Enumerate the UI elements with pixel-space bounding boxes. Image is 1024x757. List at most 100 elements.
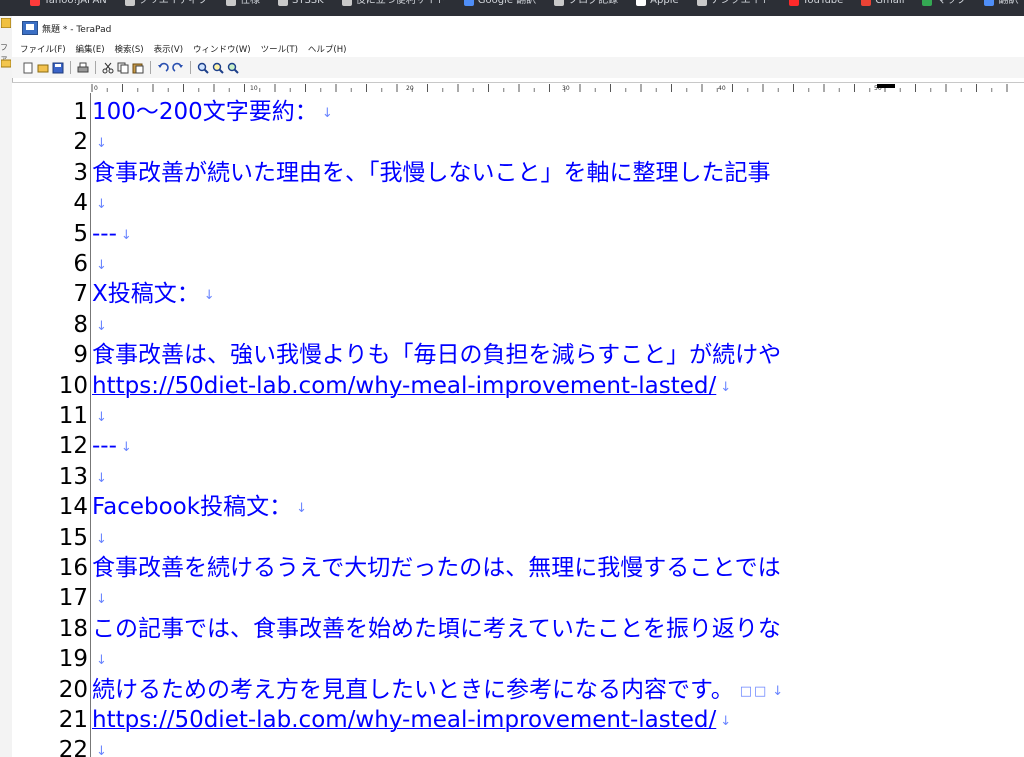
toolbar-separator <box>190 61 191 74</box>
bookmark-label: 仕様 <box>239 0 260 6</box>
undo-button[interactable] <box>157 62 169 74</box>
menu-edit[interactable]: 編集(E) <box>76 43 105 55</box>
window-title: 無題 * - TeraPad <box>42 24 112 35</box>
bookmark-item[interactable]: Gmail <box>861 0 904 7</box>
line-number: 1 <box>73 99 88 125</box>
save-icon <box>52 62 64 73</box>
editor-line[interactable]: 3 食事改善が続いた理由を、「我慢しないこと」を軸に整理した記事 <box>12 160 1024 187</box>
bookmark-label: 役に立つ便利サイト <box>355 0 446 6</box>
title-bar[interactable]: 無題 * - TeraPad <box>12 16 1024 40</box>
editor-line[interactable]: 14 Facebook投稿文： ↓ <box>12 494 1024 521</box>
editor-line[interactable]: 6 ↓ <box>12 251 1024 278</box>
bookmark-label: Yahoo!JAPAN <box>44 0 107 6</box>
line-text: --- ↓ <box>92 433 132 461</box>
toolbar <box>12 57 1024 78</box>
editor-line[interactable]: 13 ↓ <box>12 464 1024 491</box>
find-icon <box>197 62 209 74</box>
line-text-content: 食事改善が続いた理由を、「我慢しないこと」を軸に整理した記事 <box>92 159 771 186</box>
line-number: 22 <box>58 737 88 757</box>
editor-line[interactable]: 10 https://50diet-lab.com/why-meal-improv… <box>12 373 1024 400</box>
bookmark-favicon-icon <box>696 0 707 6</box>
editor-line[interactable]: 8 ↓ <box>12 312 1024 339</box>
bookmark-label: Google 翻訳 <box>477 0 537 6</box>
bookmark-item[interactable]: Google 翻訳 <box>463 0 537 7</box>
menu-help[interactable]: ヘルプ(H) <box>308 43 347 55</box>
editor-line[interactable]: 16 食事改善を続けるうえで大切だったのは、無理に我慢することでは <box>12 555 1024 582</box>
line-text: ↓ <box>92 464 107 492</box>
find-button[interactable] <box>197 62 209 74</box>
open-file-button[interactable] <box>37 62 49 74</box>
paste-icon <box>132 63 144 73</box>
editor-line[interactable]: 4 ↓ <box>12 190 1024 217</box>
paste-button[interactable] <box>132 62 144 74</box>
bookmark-item[interactable]: クリエイティブ <box>124 0 208 7</box>
fullwidth-space-marks: □□ <box>739 683 769 699</box>
menu-tools[interactable]: ツール(T) <box>261 43 298 55</box>
line-number: 7 <box>73 281 88 308</box>
bookmark-item[interactable]: Apple <box>636 0 679 7</box>
cut-button[interactable] <box>102 62 114 74</box>
line-number: 16 <box>58 555 88 581</box>
replace-button[interactable] <box>227 62 239 74</box>
text-editor[interactable]: 1 100〜200文字要約： ↓ 2 ↓ 3 食事改善が続いた理由を、「我慢しないこと」を軸… <box>12 93 1024 757</box>
print-button[interactable] <box>77 62 89 74</box>
url-link[interactable]: https://50diet-lab.com/why-meal-improvem… <box>92 373 731 401</box>
editor-line[interactable]: 9 食事改善は、強い我慢よりも「毎日の負担を減らすこと」が続けや <box>12 342 1024 369</box>
bookmarks-bar: Yahoo!JAPAN クリエイティブ 仕様 SYSSK 役に立つ便利サイト Google… <box>0 0 1024 16</box>
editor-line[interactable]: 1 100〜200文字要約： ↓ <box>12 99 1024 126</box>
bookmark-item[interactable]: YouTube <box>788 0 843 7</box>
bookmark-favicon-icon <box>225 0 236 6</box>
bookmark-item[interactable]: SYSSK <box>277 0 324 7</box>
line-number: 5 <box>73 220 88 247</box>
end-of-line-mark-icon: ↓ <box>96 653 107 669</box>
line-number: 15 <box>58 524 88 551</box>
save-button[interactable] <box>52 62 64 74</box>
line-number: 8 <box>73 311 88 338</box>
ruler-scale: 0 10 20 30 40 50 <box>91 84 1008 92</box>
bookmark-favicon-icon <box>341 0 352 6</box>
line-text: ↓ <box>92 737 107 757</box>
bookmark-item[interactable]: 役に立つ便利サイト <box>341 0 446 7</box>
menu-window[interactable]: ウィンドウ(W) <box>193 43 251 55</box>
redo-button[interactable] <box>172 62 184 74</box>
editor-line[interactable]: 2 ↓ <box>12 129 1024 156</box>
line-text-content: --- <box>92 220 117 247</box>
bookmark-item[interactable]: ナンクエイト <box>696 0 771 7</box>
new-file-button[interactable] <box>22 62 34 74</box>
bookmark-item[interactable]: 翻訳 <box>984 0 1018 7</box>
line-number: 9 <box>73 342 88 369</box>
editor-line[interactable]: 20 続けるための考え方を見直したいときに参考になる内容です。 □□ ↓ <box>12 677 1024 704</box>
editor-line[interactable]: 7 X投稿文： ↓ <box>12 281 1024 308</box>
editor-line[interactable]: 15 ↓ <box>12 525 1024 552</box>
bookmark-item[interactable]: 仕様 <box>225 0 260 7</box>
editor-line[interactable]: 12 --- ↓ <box>12 433 1024 460</box>
editor-line[interactable]: 18 この記事では、食事改善を始めた頃に考えていたことを振り返りな <box>12 616 1024 643</box>
bookmark-item[interactable]: マップ <box>922 0 966 7</box>
bookmark-favicon-icon <box>984 0 995 6</box>
menu-view[interactable]: 表示(V) <box>154 43 183 55</box>
bookmark-label: Apple <box>650 0 679 6</box>
copy-button[interactable] <box>117 62 129 74</box>
find-next-button[interactable] <box>212 62 224 74</box>
url-link[interactable]: https://50diet-lab.com/why-meal-improvem… <box>92 707 731 735</box>
menu-search[interactable]: 検索(S) <box>115 43 144 55</box>
line-number: 14 <box>58 494 88 521</box>
bookmark-label: 翻訳 <box>998 0 1019 6</box>
bookmark-item[interactable]: ブログ記録 <box>554 0 618 7</box>
menu-file[interactable]: ファイル(F) <box>20 43 66 55</box>
terapad-app-icon[interactable] <box>22 21 38 35</box>
editor-line[interactable]: 17 ↓ <box>12 585 1024 612</box>
editor-line[interactable]: 11 ↓ <box>12 403 1024 430</box>
line-text-content: X投稿文： <box>92 281 200 308</box>
redo-icon <box>172 62 183 72</box>
end-of-line-mark-icon: ↓ <box>96 197 107 213</box>
editor-line[interactable]: 19 ↓ <box>12 646 1024 673</box>
bookmark-item[interactable]: Yahoo!JAPAN <box>30 0 107 7</box>
editor-line[interactable]: 21 https://50diet-lab.com/why-meal-improv… <box>12 707 1024 734</box>
bookmark-favicon-icon <box>636 0 647 6</box>
toolbar-separator <box>70 61 71 74</box>
editor-line[interactable]: 22 ↓ <box>12 737 1024 757</box>
bookmark-favicon-icon <box>124 0 135 6</box>
line-number: 12 <box>58 433 88 460</box>
editor-line[interactable]: 5 --- ↓ <box>12 221 1024 248</box>
